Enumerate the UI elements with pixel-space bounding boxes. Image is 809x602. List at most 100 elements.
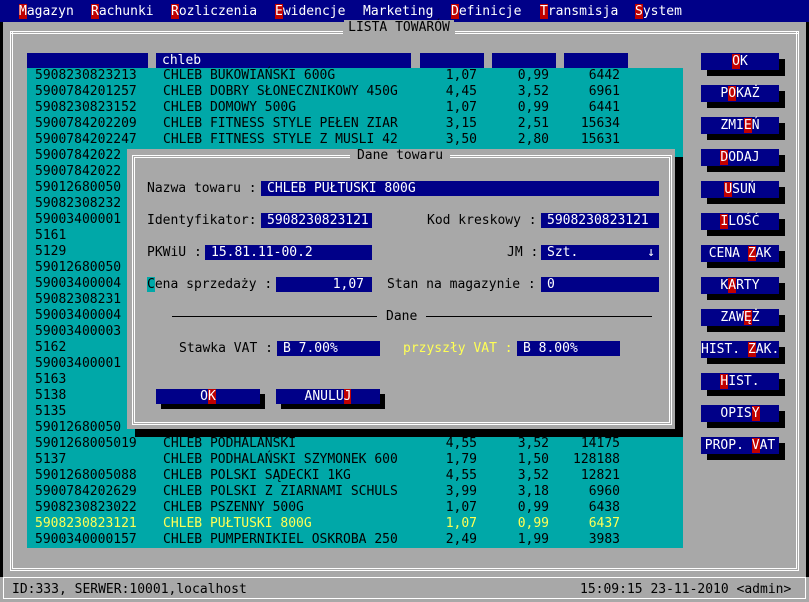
price1-filter-input[interactable]	[420, 53, 484, 68]
dialog-cancel-button[interactable]: ANULUJ	[276, 389, 380, 404]
row-price-1: 3,99	[445, 484, 477, 499]
menu-definicje[interactable]: Definicje	[451, 4, 521, 20]
hist-button[interactable]: HIST.	[701, 373, 779, 390]
menu-magazyn[interactable]: Magazyn	[19, 4, 74, 20]
ilosc-button[interactable]: ILOŚĆ	[701, 213, 779, 230]
row-code: 59082308232	[35, 196, 122, 211]
row-code: 5900784201257	[35, 84, 137, 99]
row-price-1: 3,15	[445, 116, 477, 131]
future-vat-label: przyszły VAT :	[403, 341, 513, 356]
row-stock: 6441	[588, 100, 620, 115]
list-row[interactable]: 5908230823022 CHLEB PSZENNY 500G 1,07 0,99 6…	[27, 500, 683, 516]
list-row[interactable]: 5901268005088 CHLEB POLSKI SĄDECKI 1KG 4,5…	[27, 468, 683, 484]
section-divider-left	[172, 316, 377, 317]
zmien-button[interactable]: ZMIEŃ	[701, 117, 779, 134]
price-field[interactable]: 1,07	[276, 277, 372, 292]
list-row[interactable]: 5908230823152 CHLEB DOMOWY 500G 1,07 0,99 64…	[27, 100, 683, 116]
name-label: Nazwa towaru :	[147, 181, 257, 196]
dialog-ok-button[interactable]: OK	[156, 389, 260, 404]
row-price-1: 1,79	[445, 452, 477, 467]
menu-marketing[interactable]: Marketing	[363, 4, 433, 20]
row-price-1: 1,07	[445, 68, 477, 83]
row-name: CHLEB PUMPERNIKIEL OSKROBA 250	[163, 532, 398, 547]
cena-zak-button[interactable]: CENA ZAK	[701, 245, 779, 262]
list-row[interactable]: 5908230823121 CHLEB PUŁTUSKI 800G 1,07 0,99…	[27, 516, 683, 532]
barcode-field[interactable]: 5908230823121	[541, 213, 659, 228]
barcode-label: Kod kreskowy :	[427, 213, 537, 228]
row-stock: 15634	[580, 116, 620, 131]
row-name: CHLEB BUKOWIAŃSKI 600G	[163, 68, 336, 83]
pokaz-button[interactable]: POKAŻ	[701, 85, 779, 102]
row-price-2: 0,99	[517, 100, 549, 115]
dropdown-arrow-icon[interactable]: ↓	[647, 245, 655, 260]
id-label: Identyfikator:	[147, 213, 257, 228]
row-code: 5900784202247	[35, 132, 137, 147]
row-price-1: 1,07	[445, 500, 477, 515]
stock-field[interactable]: 0	[541, 277, 659, 292]
row-price-2: 0,99	[517, 516, 549, 531]
row-price-1: 3,50	[445, 132, 477, 147]
row-price-1: 4,55	[445, 468, 477, 483]
code-filter-input[interactable]	[27, 53, 148, 68]
row-code: 59007842022	[35, 164, 122, 179]
list-row[interactable]: 5900784202629 CHLEB POLSKI Z ZIARNAMI SCH…	[27, 484, 683, 500]
list-row[interactable]: 5901268005019 CHLEB PODHALAŃSKI 4,55 3,52 14…	[27, 436, 683, 452]
menu-system[interactable]: System	[635, 4, 682, 20]
menu-transmisja[interactable]: Transmisja	[540, 4, 618, 20]
row-stock: 3983	[588, 532, 620, 547]
prop-vat-button[interactable]: PROP. VAT	[701, 437, 779, 454]
pkwiu-field[interactable]: 15.81.11-00.2	[205, 245, 372, 260]
frame-top-right	[455, 31, 799, 34]
row-price-2: 2,51	[517, 116, 549, 131]
row-name: CHLEB POLSKI Z ZIARNAMI SCHULS	[163, 484, 398, 499]
row-name: CHLEB PODHALAŃSKI SZYMONEK 600	[163, 452, 398, 467]
window-title: LISTA TOWARÓW	[344, 20, 454, 36]
jm-select[interactable]: Szt. ↓	[541, 245, 659, 260]
row-price-2: 3,52	[517, 84, 549, 99]
row-name: CHLEB FITNESS STYLE Z MUSLI 42	[163, 132, 398, 147]
dodaj-button[interactable]: DODAJ	[701, 149, 779, 166]
list-row[interactable]: 5908230823213 CHLEB BUKOWIAŃSKI 600G 1,07 0…	[27, 68, 683, 84]
hist-zak-button[interactable]: HIST. ZAK.	[701, 341, 779, 358]
menu-ewidencje[interactable]: Ewidencje	[275, 4, 345, 20]
row-code: 5137	[35, 452, 67, 467]
row-stock: 15631	[580, 132, 620, 147]
menu-rozliczenia[interactable]: Rozliczenia	[171, 4, 257, 20]
row-code: 59012680050	[35, 180, 122, 195]
name-field[interactable]: CHLEB PUŁTUSKI 800G	[261, 181, 659, 196]
row-name: CHLEB PSZENNY 500G	[163, 500, 304, 515]
list-row[interactable]: 5900784202209 CHLEB FITNESS STYLE PEŁEN Z…	[27, 116, 683, 132]
opisy-button[interactable]: OPISY	[701, 405, 779, 422]
future-vat-field[interactable]: B 8.00%	[517, 341, 620, 356]
row-price-2: 0,99	[517, 500, 549, 515]
list-row[interactable]: 5137 CHLEB PODHALAŃSKI SZYMONEK 600 1,79 1,…	[27, 452, 683, 468]
jm-value: Szt.	[547, 245, 579, 260]
row-price-1: 4,45	[445, 84, 477, 99]
row-stock: 14175	[580, 436, 620, 451]
id-field[interactable]: 5908230823121	[261, 213, 372, 228]
list-row[interactable]: 5900784202247 CHLEB FITNESS STYLE Z MUSLI…	[27, 132, 683, 148]
ok-button[interactable]: OK	[701, 53, 779, 70]
row-stock: 128188	[573, 452, 620, 467]
row-name: CHLEB PUŁTUSKI 800G	[163, 516, 312, 531]
vat-field[interactable]: B 7.00%	[277, 341, 380, 356]
row-price-2: 3,52	[517, 468, 549, 483]
row-price-2: 1,50	[517, 452, 549, 467]
stock-filter-input[interactable]	[564, 53, 628, 68]
list-row[interactable]: 5900784201257 CHLEB DOBRY SŁONECZNIKOWY 4…	[27, 84, 683, 100]
search-input[interactable]: chleb	[156, 53, 411, 68]
row-stock: 6961	[588, 84, 620, 99]
list-row[interactable]: 5900340000157 CHLEB PUMPERNIKIEL OSKROBA …	[27, 532, 683, 548]
row-code: 5908230823152	[35, 100, 137, 115]
row-name: CHLEB DOMOWY 500G	[163, 100, 297, 115]
menu-rachunki[interactable]: Rachunki	[91, 4, 154, 20]
row-code: 59012680050	[35, 420, 122, 435]
row-name: CHLEB DOBRY SŁONECZNIKOWY 450G	[163, 84, 398, 99]
row-code: 5163	[35, 372, 67, 387]
row-name: CHLEB PODHALAŃSKI	[163, 436, 297, 451]
zawez-button[interactable]: ZAWĘŻ	[701, 309, 779, 326]
row-stock: 6960	[588, 484, 620, 499]
karty-button[interactable]: KARTY	[701, 277, 779, 294]
price2-filter-input[interactable]	[492, 53, 556, 68]
usun-button[interactable]: USUŃ	[701, 181, 779, 198]
